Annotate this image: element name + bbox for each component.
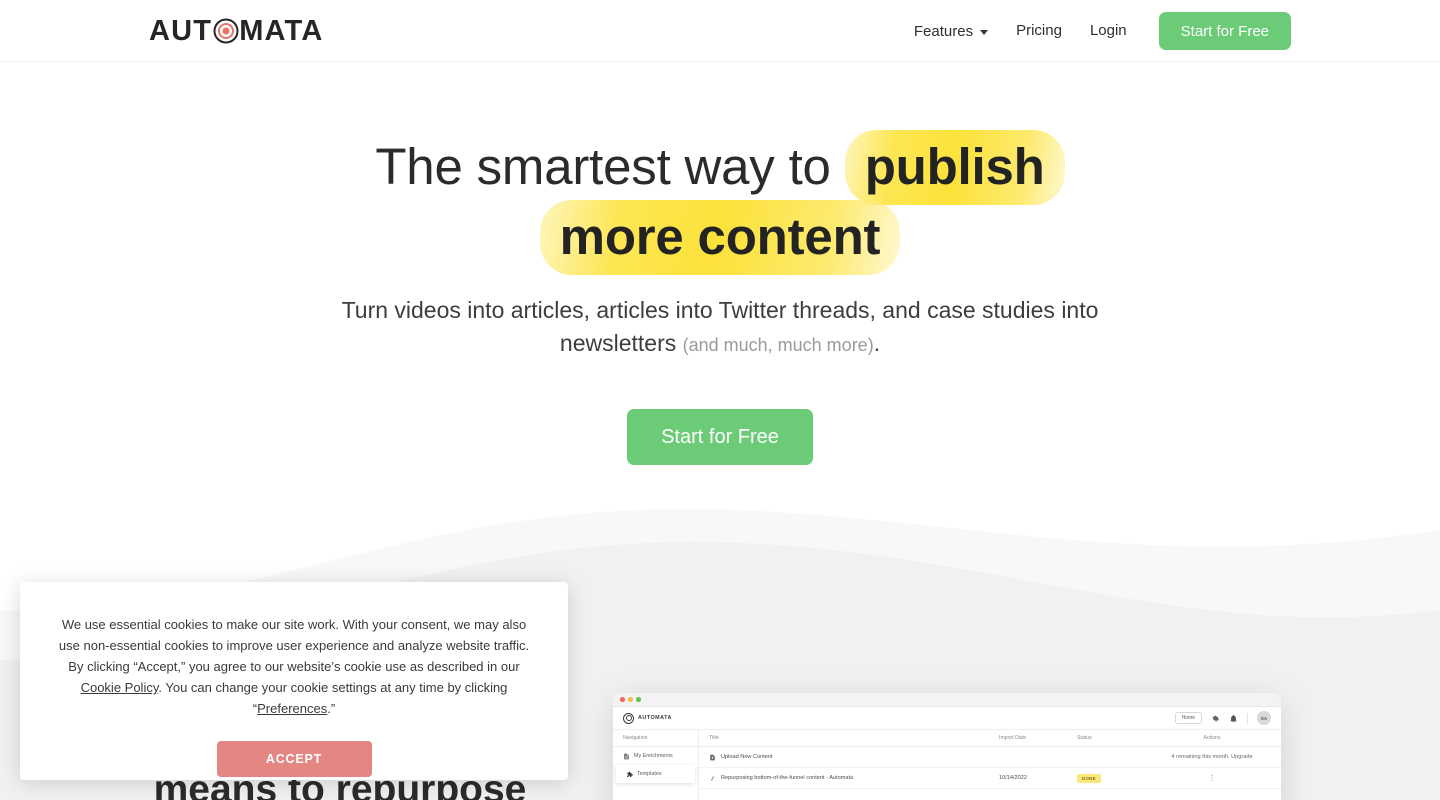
row-actions-menu-icon[interactable]: ⋮ [1157, 775, 1267, 782]
hero-title-highlight-publish: publish [844, 130, 1065, 205]
mockup-sidebar: Navigation My Enrichments Templates View… [613, 730, 699, 800]
hero-section: The smartest way to publish more content… [0, 62, 1440, 465]
window-close-dot-icon [620, 697, 625, 702]
cookie-text-part3: .” [327, 701, 336, 716]
table-row[interactable]: Repurposing bottom-of-the-funnel content… [699, 768, 1281, 789]
nav-item-pricing[interactable]: Pricing [1002, 0, 1076, 62]
bullseye-target-icon [213, 18, 239, 44]
cell-title: Repurposing bottom-of-the-funnel content… [699, 775, 999, 782]
nav-item-features-label: Features [913, 22, 974, 40]
cookie-text-part1: We use essential cookies to make our sit… [58, 617, 530, 674]
document-icon [624, 753, 629, 759]
hero-subtitle-line1: Turn videos into articles, articles into… [341, 297, 1055, 323]
nav-item-features[interactable]: Features [900, 23, 1002, 40]
bell-icon[interactable] [1229, 714, 1238, 723]
puzzle-icon [627, 771, 633, 777]
column-header-title: Title [709, 735, 719, 741]
avatar[interactable]: SA [1257, 711, 1271, 725]
cookie-consent-banner: We use essential cookies to make our sit… [20, 582, 568, 780]
header-start-for-free-button[interactable]: Start for Free [1158, 12, 1291, 50]
main-nav: Features Pricing Login Start for Free [900, 0, 1291, 62]
hero-title-highlight-more-content: more content [539, 200, 901, 275]
upload-icon [710, 754, 715, 760]
hero-subtitle: Turn videos into articles, articles into… [0, 294, 1440, 362]
hero-title-part1: The smartest way to [375, 138, 831, 195]
mockup-appbar-actions: Home SA [1174, 711, 1271, 725]
page-root: AUT MATA Features Pricing Login Start fo… [0, 0, 1440, 800]
cell-status: DONE [1077, 773, 1157, 783]
accept-cookies-button[interactable]: ACCEPT [216, 741, 372, 777]
column-header-import-date: Import Date [999, 735, 1027, 741]
page-title: The smartest way to publish more content [0, 130, 1440, 275]
cell-title-label: Repurposing bottom-of-the-funnel content… [721, 775, 854, 781]
bullseye-target-icon [623, 712, 634, 724]
hero-subtitle-period: . [873, 330, 881, 356]
site-header: AUT MATA Features Pricing Login Start fo… [0, 0, 1440, 62]
cell-import-date: 10/14/2022 [999, 775, 1027, 781]
window-maximize-dot-icon [636, 697, 641, 702]
mockup-logo: AUTOMATA [623, 712, 672, 724]
app-screenshot-mockup: AUTOMATA Home SA Navigation My Enrichmen… [613, 693, 1281, 800]
cell-title: Upload New Content [699, 754, 999, 761]
column-header-actions: Actions [1203, 735, 1221, 741]
mockup-titlebar [613, 693, 1281, 707]
mockup-appbar: AUTOMATA Home SA [613, 707, 1281, 730]
mockup-table-header: Title Import Date Status Actions [699, 730, 1281, 747]
hero-start-for-free-button[interactable]: Start for Free [627, 409, 813, 465]
logo[interactable]: AUT MATA [149, 15, 324, 47]
logo-text: AUT MATA [149, 15, 324, 47]
table-row[interactable]: Upload New Content 4 remaining this mont… [699, 747, 1281, 768]
chevron-down-icon [980, 29, 989, 35]
link-icon [711, 776, 714, 780]
mockup-home-button[interactable]: Home [1174, 712, 1202, 724]
preferences-link[interactable]: Preferences [257, 701, 327, 716]
mockup-main: Title Import Date Status Actions Upload … [699, 730, 1281, 800]
sidebar-item-templates[interactable]: Templates [616, 765, 695, 783]
mockup-nav-column-header: Navigation [613, 730, 698, 747]
sidebar-item-my-enrichments-label: My Enrichments [634, 753, 673, 759]
sidebar-item-templates-label: Templates [637, 771, 662, 777]
sidebar-item-my-enrichments[interactable]: My Enrichments [613, 747, 698, 765]
mockup-brand-label: AUTOMATA [638, 715, 672, 721]
window-minimize-dot-icon [628, 697, 633, 702]
column-header-status: Status [1077, 735, 1092, 741]
status-badge: DONE [1077, 773, 1101, 783]
logo-text-left: AUT [149, 15, 213, 47]
cookie-banner-text: We use essential cookies to make our sit… [56, 614, 532, 719]
nav-item-login[interactable]: Login [1076, 0, 1141, 62]
hero-subtitle-muted: (and much, much more) [682, 335, 874, 355]
gear-icon[interactable] [1211, 714, 1220, 723]
cell-actions-upgrade[interactable]: 4 remaining this month. Upgrade [1157, 754, 1267, 760]
mockup-divider [1247, 712, 1248, 724]
logo-text-right: MATA [239, 15, 324, 47]
mockup-body: Navigation My Enrichments Templates View… [613, 730, 1281, 800]
cookie-policy-link[interactable]: Cookie Policy [81, 680, 159, 695]
cell-title-label: Upload New Content [721, 754, 773, 760]
